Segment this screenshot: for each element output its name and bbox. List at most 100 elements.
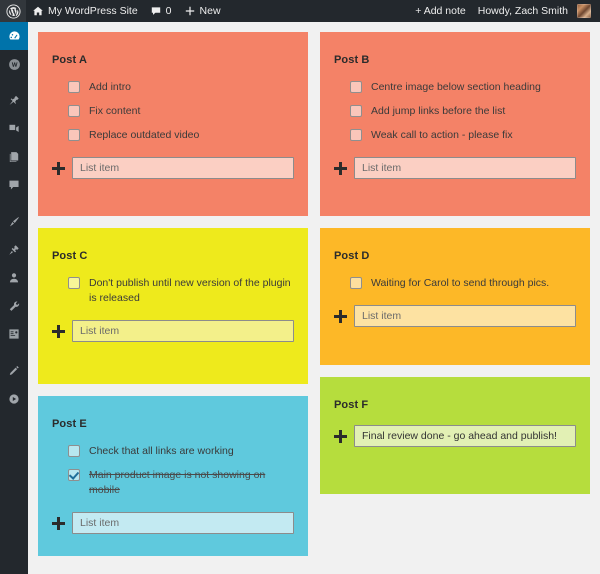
- admin-bar: My WordPress Site 0 New + Add note Howdy: [0, 0, 600, 22]
- note-todo-list: Check that all links are working Main pro…: [52, 444, 294, 498]
- add-note-button[interactable]: + Add note: [409, 0, 472, 22]
- comments-bubble-button[interactable]: 0: [144, 0, 178, 22]
- new-list-item-input[interactable]: [354, 425, 576, 447]
- todo-item-label[interactable]: Add jump links before the list: [371, 104, 505, 119]
- sidebar-item-appearance[interactable]: [0, 208, 28, 236]
- note-todo-list: Add intro Fix content Replace outdated vid…: [52, 80, 294, 143]
- note-add-item-row: [334, 305, 576, 327]
- note-add-item-row: [334, 157, 576, 179]
- avatar: [577, 4, 591, 18]
- todo-item-label[interactable]: Don't publish until new version of the p…: [89, 276, 294, 306]
- checkbox-checked-icon[interactable]: [68, 469, 80, 481]
- plus-icon[interactable]: [334, 161, 347, 175]
- note-todo-list: Don't publish until new version of the p…: [52, 276, 294, 306]
- comments-count: 0: [165, 5, 172, 17]
- site-name-menu[interactable]: My WordPress Site: [26, 0, 144, 22]
- pin-icon: [7, 94, 21, 108]
- todo-item: Replace outdated video: [68, 128, 294, 143]
- checkbox-unchecked-icon[interactable]: [350, 105, 362, 117]
- pages-icon: [7, 150, 21, 164]
- sidebar-separator: [0, 199, 28, 208]
- plus-icon[interactable]: [52, 161, 65, 175]
- note-title: Post E: [52, 418, 87, 430]
- comment-bubble-icon: [150, 5, 162, 17]
- todo-item: Weak call to action - please fix: [350, 128, 576, 143]
- new-list-item-input[interactable]: [72, 157, 294, 179]
- sidebar-item-posts[interactable]: [0, 87, 28, 115]
- checkbox-unchecked-icon[interactable]: [350, 277, 362, 289]
- todo-item: Centre image below section heading: [350, 80, 576, 95]
- user-icon: [7, 271, 21, 285]
- plus-icon[interactable]: [52, 324, 65, 338]
- todo-item-label[interactable]: Check that all links are working: [89, 444, 234, 459]
- my-account-menu[interactable]: Howdy, Zach Smith: [472, 0, 600, 22]
- todo-item-label[interactable]: Replace outdated video: [89, 128, 199, 143]
- wordpress-logo-icon: [5, 3, 21, 19]
- howdy-label: Howdy, Zach Smith: [477, 5, 568, 17]
- new-content-menu[interactable]: New: [178, 0, 227, 22]
- checkbox-unchecked-icon[interactable]: [68, 129, 80, 141]
- sticky-note-post-d[interactable]: Post D Waiting for Carol to send through …: [320, 228, 590, 365]
- checkbox-unchecked-icon[interactable]: [68, 445, 80, 457]
- checkbox-unchecked-icon[interactable]: [68, 81, 80, 93]
- sidebar-item-comments[interactable]: [0, 171, 28, 199]
- todo-item-label[interactable]: Waiting for Carol to send through pics.: [371, 276, 549, 291]
- sticky-note-post-c[interactable]: Post C Don't publish until new version of…: [38, 228, 308, 384]
- home-icon: [32, 5, 44, 17]
- sticky-note-post-b[interactable]: Post B Centre image below section heading…: [320, 32, 590, 216]
- media-icon: [7, 122, 21, 136]
- todo-item-label[interactable]: Main product image is not showing on mob…: [89, 468, 294, 498]
- new-list-item-input[interactable]: [72, 512, 294, 534]
- plus-icon[interactable]: [52, 516, 65, 530]
- admin-content-area: Post A Add intro Fix content Replace outdat…: [28, 22, 600, 574]
- sidebar-item-media[interactable]: [0, 115, 28, 143]
- checkbox-unchecked-icon[interactable]: [68, 105, 80, 117]
- note-add-item-row: [52, 512, 294, 534]
- todo-item-label[interactable]: Centre image below section heading: [371, 80, 541, 95]
- sticky-note-post-f[interactable]: Post F: [320, 377, 590, 494]
- sidebar-item-users[interactable]: [0, 264, 28, 292]
- sticky-notes-board: Post A Add intro Fix content Replace outdat…: [28, 22, 600, 556]
- plus-icon[interactable]: [334, 429, 347, 443]
- note-add-item-row: [334, 425, 576, 447]
- wordpress-logo-button[interactable]: [0, 0, 26, 22]
- notes-column-left: Post A Add intro Fix content Replace outdat…: [38, 32, 308, 568]
- note-title: Post B: [334, 54, 370, 66]
- sticky-note-post-a[interactable]: Post A Add intro Fix content Replace outdat…: [38, 32, 308, 216]
- todo-item-label[interactable]: Add intro: [89, 80, 131, 95]
- sidebar-item-settings[interactable]: [0, 320, 28, 348]
- sidebar-item-pages[interactable]: [0, 143, 28, 171]
- todo-item: Check that all links are working: [68, 444, 294, 459]
- wrench-icon: [7, 299, 21, 313]
- todo-item-label[interactable]: Weak call to action - please fix: [371, 128, 513, 143]
- note-title: Post C: [52, 250, 88, 262]
- checkbox-unchecked-icon[interactable]: [350, 81, 362, 93]
- site-name-label: My WordPress Site: [48, 5, 138, 17]
- checkbox-unchecked-icon[interactable]: [350, 129, 362, 141]
- new-list-item-input[interactable]: [354, 157, 576, 179]
- todo-item: Fix content: [68, 104, 294, 119]
- sidebar-separator: [0, 348, 28, 357]
- play-circle-icon: [7, 392, 21, 406]
- sticky-note-post-e[interactable]: Post E Check that all links are working Ma…: [38, 396, 308, 556]
- todo-item: Waiting for Carol to send through pics.: [350, 276, 576, 291]
- pencil-icon: [7, 364, 21, 378]
- sidebar-item-tools[interactable]: [0, 292, 28, 320]
- site-circle-icon: [7, 57, 22, 72]
- todo-item-label[interactable]: Fix content: [89, 104, 140, 119]
- add-note-label: + Add note: [415, 5, 466, 17]
- sidebar-item-media-player[interactable]: [0, 385, 28, 413]
- notes-column-right: Post B Centre image below section heading…: [320, 32, 590, 506]
- todo-item: Add intro: [68, 80, 294, 95]
- sidebar-item-plugins[interactable]: [0, 236, 28, 264]
- checkbox-unchecked-icon[interactable]: [68, 277, 80, 289]
- note-add-item-row: [52, 320, 294, 342]
- sidebar-item-editor[interactable]: [0, 357, 28, 385]
- note-todo-list: Centre image below section heading Add ju…: [334, 80, 576, 143]
- wordpress-admin-screen: My WordPress Site 0 New + Add note Howdy: [0, 0, 600, 574]
- plus-icon[interactable]: [334, 309, 347, 323]
- new-list-item-input[interactable]: [72, 320, 294, 342]
- new-list-item-input[interactable]: [354, 305, 576, 327]
- sidebar-item-site-logo[interactable]: [0, 50, 28, 78]
- sidebar-item-dashboard[interactable]: [0, 22, 34, 50]
